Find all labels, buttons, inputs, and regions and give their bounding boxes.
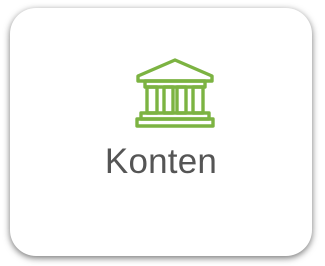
tile-label: Konten — [104, 142, 218, 181]
accounts-tile[interactable]: Konten — [10, 8, 312, 256]
bank-icon — [135, 56, 215, 132]
